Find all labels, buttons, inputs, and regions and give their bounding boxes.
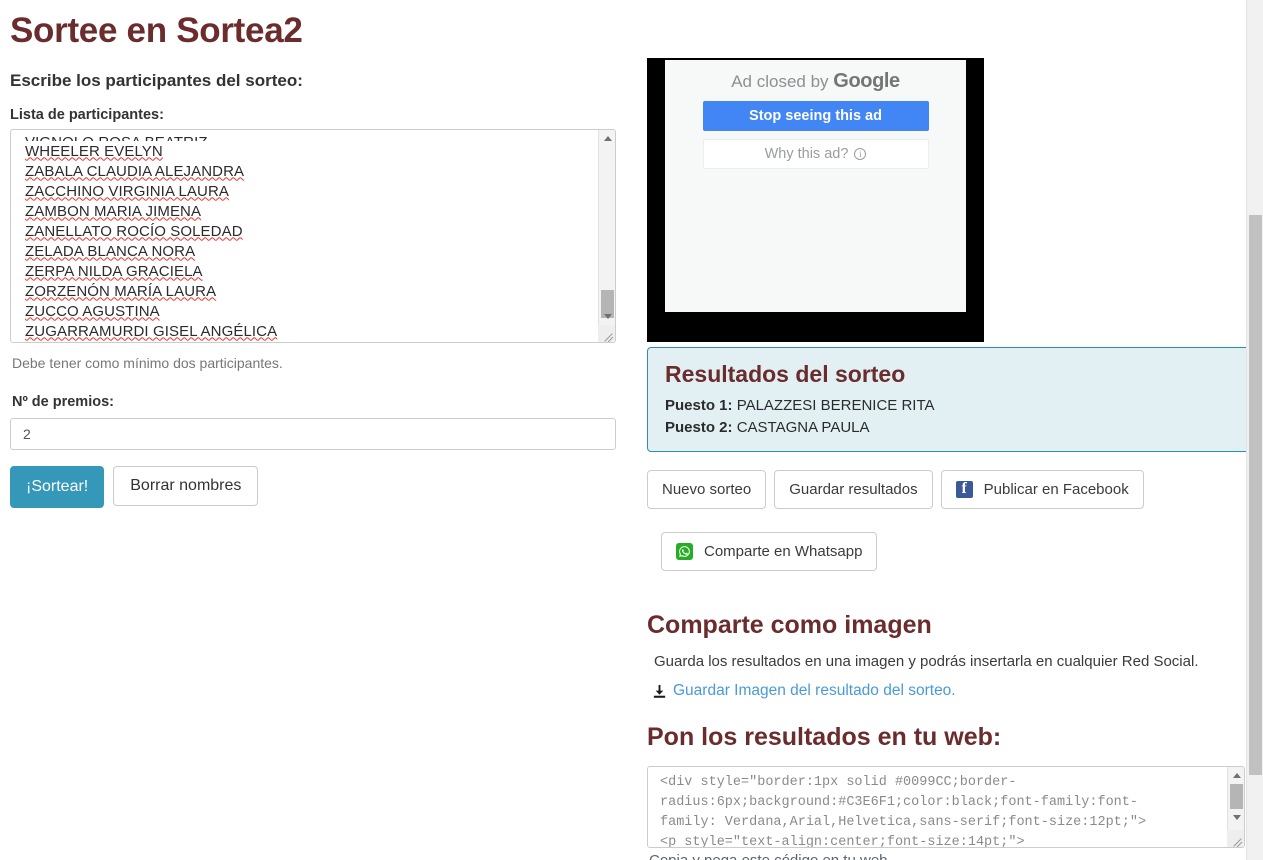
list-item: ZACCHINO VIRGINIA LAURA	[25, 182, 593, 202]
guardar-resultados-label: Guardar resultados	[789, 481, 917, 498]
share-as-image-heading: Comparte como imagen	[647, 610, 1263, 640]
share-as-image-section: Comparte como imagen Guarda los resultad…	[647, 610, 1263, 700]
participants-list-label: Lista de participantes:	[10, 107, 614, 123]
facebook-icon	[956, 481, 973, 498]
result-winner-name: PALAZZESI BERENICE RITA	[737, 397, 935, 414]
list-item: ZERPA NILDA GRACIELA	[25, 262, 593, 282]
left-column: Sortee en Sortea2 Escribe los participan…	[0, 0, 632, 508]
results-title: Resultados del sorteo	[665, 361, 1257, 389]
share-as-image-description: Guarda los resultados en una imagen y po…	[654, 653, 1263, 670]
nuevo-sorteo-label: Nuevo sorteo	[662, 481, 751, 498]
embed-code-section: Pon los resultados en tu web: <div style…	[647, 722, 1263, 860]
results-panel: Resultados del sorteo Puesto 1: PALAZZES…	[647, 347, 1258, 452]
list-item: ZAMBON MARIA JIMENA	[25, 202, 593, 222]
list-item: ZUGARRAMURDI GISEL ANGÉLICA	[25, 322, 593, 342]
guardar-resultados-button[interactable]: Guardar resultados	[774, 470, 932, 509]
page-title: Sortee en Sortea2	[10, 12, 614, 51]
save-image-link-row[interactable]: Guardar Imagen del resultado del sorteo.	[652, 682, 1263, 700]
comparte-whatsapp-label: Comparte en Whatsapp	[704, 543, 862, 560]
publicar-facebook-button[interactable]: Publicar en Facebook	[941, 470, 1144, 509]
google-logo-text: Google	[833, 70, 900, 92]
sortea2-page: Sortee en Sortea2 Escribe los participan…	[0, 0, 1263, 860]
participants-textarea[interactable]: VIGNOLO ROSA BEATRIZ WHEELER EVELYN ZABA…	[10, 129, 616, 343]
premios-input[interactable]	[10, 418, 616, 450]
ad-closed-label: Ad closed by Google	[665, 70, 966, 93]
embed-code-caption: Copia y pega este código en tu web	[649, 852, 1263, 860]
nuevo-sorteo-button[interactable]: Nuevo sorteo	[647, 470, 766, 509]
participants-textarea-content[interactable]: VIGNOLO ROSA BEATRIZ WHEELER EVELYN ZABA…	[11, 130, 599, 343]
scroll-down-icon[interactable]	[599, 308, 616, 325]
embed-code-heading: Pon los resultados en tu web:	[647, 722, 1263, 752]
info-icon: i	[854, 148, 866, 160]
result-row: Puesto 1: PALAZZESI BERENICE RITA	[665, 395, 1257, 417]
list-item: ZORZENÓN MARÍA LAURA	[25, 282, 593, 302]
premios-label: Nº de premios:	[12, 394, 614, 410]
embed-code-textarea[interactable]: <div style="border:1px solid #0099CC;bor…	[647, 766, 1245, 848]
list-item: ZANELLATO ROCÍO SOLEDAD	[25, 222, 593, 242]
scroll-up-icon[interactable]	[1228, 767, 1245, 784]
stop-seeing-ad-button[interactable]: Stop seeing this ad	[703, 101, 929, 131]
result-winner-name: CASTAGNA PAULA	[737, 419, 870, 436]
list-item: WHEELER EVELYN	[25, 142, 593, 162]
result-row: Puesto 2: CASTAGNA PAULA	[665, 417, 1257, 439]
publicar-facebook-label: Publicar en Facebook	[984, 481, 1129, 498]
page-subtitle: Escribe los participantes del sorteo:	[10, 71, 614, 91]
page-scrollbar[interactable]	[1246, 0, 1263, 860]
why-this-ad-label: Why this ad?	[765, 146, 849, 162]
list-item: ZELADA BLANCA NORA	[25, 242, 593, 262]
ad-closed-text: Ad closed by	[731, 72, 828, 91]
whatsapp-share-row: Comparte en Whatsapp	[661, 532, 877, 571]
scroll-up-icon[interactable]	[599, 130, 616, 147]
list-item: ZUCCO AGUSTINA	[25, 302, 593, 322]
ad-closed-panel: Ad closed by Google Stop seeing this ad …	[665, 60, 966, 312]
result-position-label: Puesto 2:	[665, 419, 733, 436]
participants-scrollbar[interactable]	[598, 130, 615, 342]
sortear-button[interactable]: ¡Sortear!	[10, 466, 104, 508]
borrar-nombres-button[interactable]: Borrar nombres	[113, 466, 258, 506]
embed-code-content[interactable]: <div style="border:1px solid #0099CC;bor…	[648, 767, 1228, 848]
result-position-label: Puesto 1:	[665, 397, 733, 414]
resize-grip-icon[interactable]	[598, 325, 615, 342]
whatsapp-icon	[676, 543, 693, 560]
list-item: VIGNOLO ROSA BEATRIZ	[25, 133, 593, 141]
scrollbar-thumb[interactable]	[1230, 784, 1243, 809]
google-ad-block: Ad closed by Google Stop seeing this ad …	[647, 58, 984, 342]
download-icon	[652, 684, 667, 699]
why-this-ad-button[interactable]: Why this ad? i	[703, 139, 929, 169]
scroll-down-icon[interactable]	[1228, 809, 1245, 826]
page-scrollbar-thumb[interactable]	[1249, 215, 1262, 775]
resize-grip-icon[interactable]	[1227, 830, 1244, 847]
save-image-link[interactable]: Guardar Imagen del resultado del sorteo.	[673, 682, 956, 700]
form-action-buttons: ¡Sortear! Borrar nombres	[10, 466, 614, 508]
participants-helper-text: Debe tener como mínimo dos participantes…	[12, 355, 614, 371]
comparte-whatsapp-button[interactable]: Comparte en Whatsapp	[661, 532, 877, 571]
share-buttons-row: Nuevo sorteo Guardar resultados Publicar…	[647, 470, 1144, 509]
list-item: ZABALA CLAUDIA ALEJANDRA	[25, 162, 593, 182]
